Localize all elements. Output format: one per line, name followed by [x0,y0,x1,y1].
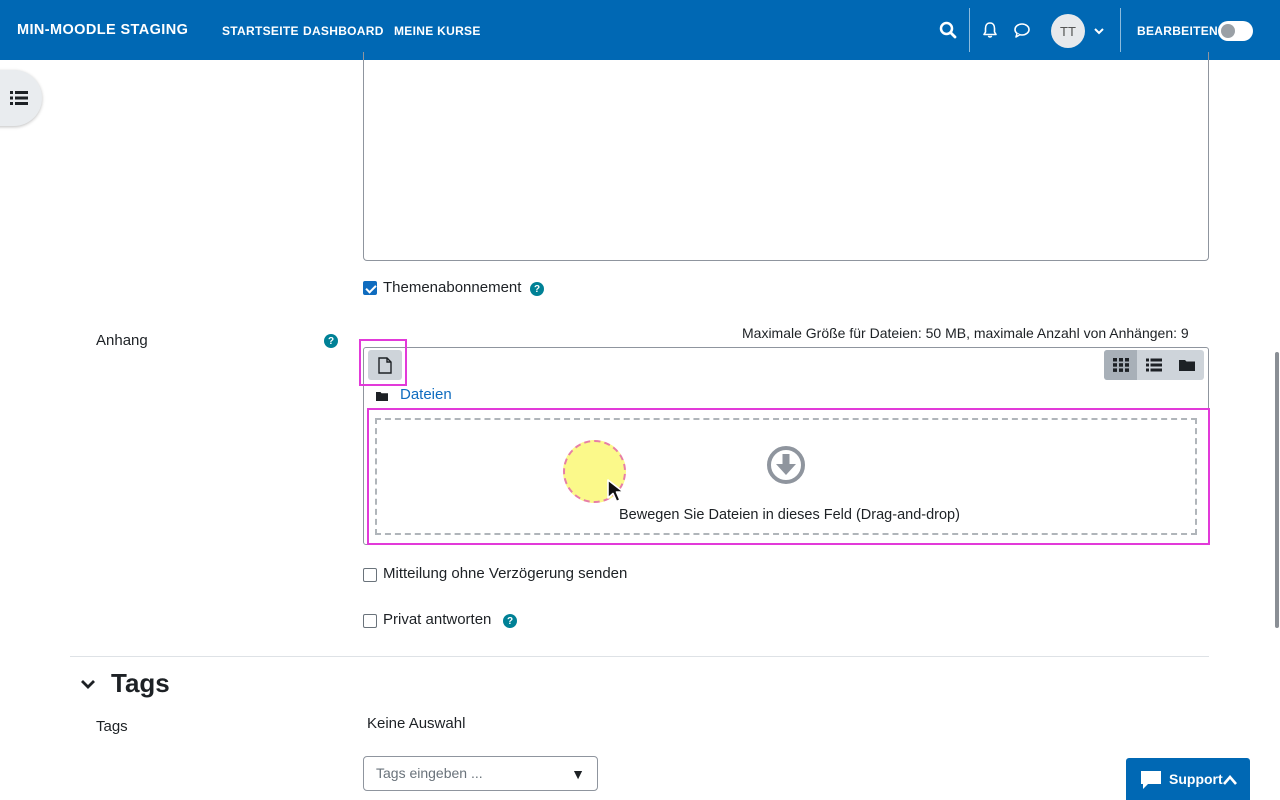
message-editor[interactable] [363,52,1209,261]
download-arrow-icon [766,445,806,489]
navbar-divider [1120,8,1121,52]
view-mode-toggle-group [1104,350,1204,380]
tree-view-button[interactable] [1171,350,1204,380]
nav-link-meine-kurse[interactable]: MEINE KURSE [394,24,481,38]
subscription-label: Themenabonnement [383,279,522,296]
private-reply-label: Privat antworten [383,611,492,628]
list-icon [1145,358,1162,372]
user-avatar[interactable]: TT [1051,14,1085,48]
help-icon[interactable]: ? [530,282,544,296]
section-divider [70,656,1209,657]
file-icon [378,356,392,374]
chevron-up-icon [1222,773,1238,790]
files-folder-link[interactable]: Dateien [400,386,452,403]
support-label: Support [1169,771,1223,787]
edit-mode-label: BEARBEITEN [1137,24,1219,38]
chat-bubble-icon [1140,770,1162,794]
page-scrollbar[interactable] [1275,352,1279,628]
bell-icon[interactable] [981,21,999,39]
grid-icon [1112,358,1129,372]
subscription-checkbox[interactable] [363,281,377,295]
navbar-divider [969,8,970,52]
tags-input[interactable] [376,765,566,781]
tags-selection-status: Keine Auswahl [367,715,466,732]
mouse-pointer-icon [606,478,628,508]
no-delay-checkbox[interactable] [363,568,377,582]
search-icon[interactable] [939,21,957,39]
grid-view-button[interactable] [1104,350,1138,380]
top-navbar: MIN-MOODLE STAGING STARTSEITE DASHBOARD … [0,0,1280,60]
tags-section-title[interactable]: Tags [111,668,170,699]
folder-icon [1179,360,1196,371]
chevron-down-icon[interactable] [1093,24,1105,36]
private-reply-checkbox[interactable] [363,614,377,628]
folder-icon [376,388,388,405]
chat-bubble-icon[interactable] [1013,21,1031,39]
attachment-limits: Maximale Größe für Dateien: 50 MB, maxim… [742,325,1189,341]
nav-link-startseite[interactable]: STARTSEITE [222,24,299,38]
tags-autocomplete[interactable]: ▼ [363,756,598,791]
dropdown-caret-icon[interactable]: ▼ [571,766,585,782]
section-collapse-chevron-icon[interactable] [80,676,96,696]
attachment-label: Anhang [96,332,148,349]
add-file-button[interactable] [368,350,402,380]
tags-field-label: Tags [96,718,128,735]
site-brand[interactable]: MIN-MOODLE STAGING [17,22,188,38]
help-icon[interactable]: ? [324,334,338,348]
support-button[interactable]: Support [1126,758,1250,800]
list-icon [10,91,28,105]
help-icon[interactable]: ? [503,614,517,628]
edit-mode-toggle[interactable] [1218,21,1253,41]
no-delay-label: Mitteilung ohne Verzögerung senden [383,565,628,582]
list-view-button[interactable] [1137,350,1170,380]
course-index-drawer-button[interactable] [0,70,42,126]
nav-link-dashboard[interactable]: DASHBOARD [303,24,384,38]
dropzone-instruction: Bewegen Sie Dateien in dieses Feld (Drag… [619,507,960,523]
